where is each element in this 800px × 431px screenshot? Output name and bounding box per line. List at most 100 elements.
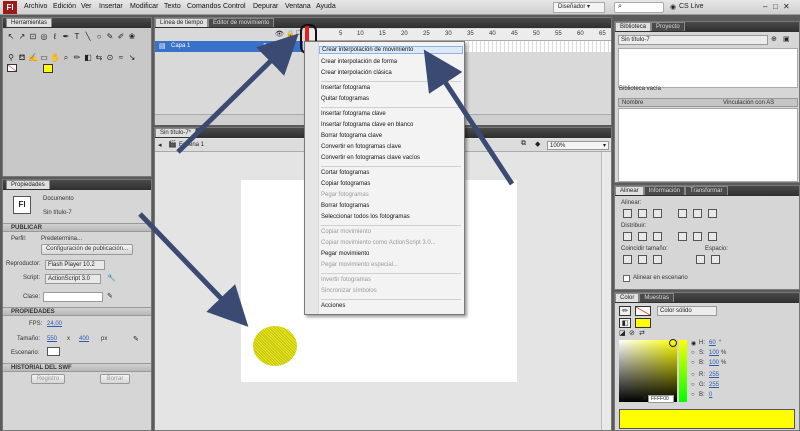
class-input[interactable] xyxy=(43,292,103,302)
paint-bucket-icon[interactable]: ⛾ xyxy=(17,53,27,63)
s-radio[interactable]: ○ xyxy=(691,350,695,356)
yellow-circle-shape[interactable] xyxy=(253,326,297,366)
match-width-icon[interactable] xyxy=(623,255,632,264)
match-both-icon[interactable] xyxy=(653,255,662,264)
menu-modificar[interactable]: Modificar xyxy=(130,3,158,10)
workspace-switcher[interactable]: Diseñador ▾ xyxy=(553,2,605,13)
align-top-icon[interactable] xyxy=(678,209,687,218)
tab-timeline[interactable]: Línea de tiempo xyxy=(155,18,209,27)
match-height-icon[interactable] xyxy=(638,255,647,264)
new-library-icon[interactable]: ▣ xyxy=(783,35,790,43)
distribute-vcenter-icon[interactable] xyxy=(638,232,647,241)
line-tool-icon[interactable]: ╲ xyxy=(83,32,93,42)
menu-item-synchronize-symbols[interactable]: Sincronizar símbolos xyxy=(321,288,377,294)
zoom-tool-icon[interactable]: ⌕ xyxy=(61,53,71,63)
distribute-right-icon[interactable] xyxy=(708,232,717,241)
oval-tool-icon[interactable]: ○ xyxy=(94,32,104,42)
edit-scene-icon[interactable]: ⧉ xyxy=(521,140,526,148)
menu-item-paste-frames[interactable]: Pegar fotogramas xyxy=(321,192,369,198)
menu-item-convert-to-keyframes[interactable]: Convertir en fotogramas clave xyxy=(321,144,401,150)
clear-button[interactable]: Borrar xyxy=(100,374,130,384)
maximize-icon[interactable]: □ xyxy=(773,2,778,11)
snap-icon[interactable]: ⊙ xyxy=(105,53,115,63)
tab-herramientas[interactable]: Herramientas xyxy=(6,18,53,27)
menu-item-create-motion-tween[interactable]: Crear interpolación de movimiento xyxy=(319,46,463,54)
tab-color[interactable]: Color xyxy=(615,293,640,302)
fill-color-icon[interactable]: ◧ xyxy=(83,53,93,63)
lock-icon[interactable]: 🔒 xyxy=(286,30,295,38)
swap-colors-icon[interactable]: ⇆ xyxy=(94,53,104,63)
swap-colors-icon[interactable]: ⇄ xyxy=(639,329,645,337)
library-document-select[interactable]: Sin título-7 xyxy=(618,35,768,45)
menu-item-convert-to-blank-keyframes[interactable]: Convertir en fotogramas clave vacíos xyxy=(321,155,420,161)
tab-library[interactable]: Biblioteca xyxy=(615,22,652,31)
menu-item-copy-frames[interactable]: Copiar fotogramas xyxy=(321,181,370,187)
space-vertical-icon[interactable] xyxy=(696,255,705,264)
script-select[interactable]: ActionScript 3.0 xyxy=(45,274,101,284)
tab-swatches[interactable]: Muestras xyxy=(639,293,675,302)
back-arrow-icon[interactable]: ◂ xyxy=(158,141,162,149)
distribute-bottom-icon[interactable] xyxy=(653,232,662,241)
color-slider[interactable] xyxy=(679,340,687,402)
section-propiedades[interactable]: PROPIEDADES xyxy=(3,307,151,316)
hand-tool-icon[interactable]: ✋ xyxy=(50,53,60,63)
b-value[interactable]: 100 xyxy=(709,360,719,366)
wrench-icon[interactable]: 🔧 xyxy=(107,274,116,282)
stroke-color-button-icon[interactable]: ✏ xyxy=(619,306,631,316)
default-colors-icon[interactable]: ◪ xyxy=(619,329,626,337)
log-button[interactable]: Registro xyxy=(31,374,65,384)
menu-item-insert-blank-keyframe[interactable]: Insertar fotograma clave en blanco xyxy=(321,122,413,128)
color-picker-field[interactable] xyxy=(619,340,677,402)
edit-symbols-icon[interactable]: ◆ xyxy=(535,140,540,148)
tab-document[interactable]: Sin título-7* xyxy=(155,128,197,137)
height-value[interactable]: 400 xyxy=(79,336,89,342)
r-value[interactable]: 255 xyxy=(709,372,719,378)
menu-item-clear-keyframe[interactable]: Borrar fotograma clave xyxy=(321,133,382,139)
menu-item-select-all-frames[interactable]: Seleccionar todos los fotogramas xyxy=(321,214,410,220)
no-color-icon[interactable]: ⊘ xyxy=(629,329,635,337)
layer-row[interactable]: ▤ Capa 1 ✎ • • xyxy=(155,41,303,52)
fps-value[interactable]: 24,00 xyxy=(47,321,62,327)
pin-icon[interactable]: ⊕ xyxy=(771,35,777,43)
subselection-tool-icon[interactable]: ↗ xyxy=(17,32,27,42)
smooth-icon[interactable]: ≈ xyxy=(116,53,126,63)
menu-ventana[interactable]: Ventana xyxy=(285,3,311,10)
lasso-tool-icon[interactable]: ℓ xyxy=(50,32,60,42)
tab-motion-editor[interactable]: Editor de movimiento xyxy=(208,18,275,27)
publish-settings-button[interactable]: Configuración de publicación... xyxy=(41,244,133,255)
menu-item-paste-motion-special[interactable]: Pegar movimiento especial... xyxy=(321,262,398,268)
stage-color-swatch[interactable] xyxy=(47,347,60,356)
width-value[interactable]: 550 xyxy=(47,336,57,342)
menu-control[interactable]: Control xyxy=(223,3,246,10)
deco-tool-icon[interactable]: ❀ xyxy=(127,32,137,42)
brush-tool-icon[interactable]: ✐ xyxy=(116,32,126,42)
menu-item-cut-frames[interactable]: Cortar fotogramas xyxy=(321,170,369,176)
menu-ver[interactable]: Ver xyxy=(81,3,92,10)
help-search-input[interactable]: ⌕ xyxy=(614,2,664,13)
library-list[interactable] xyxy=(618,108,798,182)
menu-item-reverse-frames[interactable]: Invertir fotogramas xyxy=(321,277,371,283)
menu-item-create-shape-tween[interactable]: Crear interpolación de forma xyxy=(321,59,397,65)
menu-insertar[interactable]: Insertar xyxy=(99,3,123,10)
menu-item-remove-frames[interactable]: Quitar fotogramas xyxy=(321,96,369,102)
layer-visible-dot[interactable]: • xyxy=(277,42,279,48)
column-linkage[interactable]: Vinculación con AS xyxy=(723,100,774,106)
tab-transform[interactable]: Transformar xyxy=(685,186,728,195)
g-value[interactable]: 255 xyxy=(709,382,719,388)
menu-ayuda[interactable]: Ayuda xyxy=(316,3,336,10)
zoom-select[interactable]: 100% ▾ xyxy=(547,141,609,150)
align-to-stage-checkbox[interactable] xyxy=(623,275,630,282)
fill-swatch-icon[interactable] xyxy=(43,64,53,73)
minimize-icon[interactable]: – xyxy=(763,2,767,11)
distribute-top-icon[interactable] xyxy=(623,232,632,241)
blue-value[interactable]: 0 xyxy=(709,392,712,398)
straighten-icon[interactable]: ↘ xyxy=(127,53,137,63)
scene-name[interactable]: Escena 1 xyxy=(179,142,204,148)
tab-align[interactable]: Alinear xyxy=(615,186,644,195)
eye-icon[interactable]: 👁 xyxy=(275,30,284,38)
distribute-left-icon[interactable] xyxy=(678,232,687,241)
player-select[interactable]: Flash Player 10.2 xyxy=(45,260,105,270)
menu-item-create-classic-tween[interactable]: Crear interpolación clásica xyxy=(321,70,392,76)
hex-input[interactable]: FFFF00 xyxy=(648,395,674,403)
color-picker-cursor[interactable] xyxy=(669,339,677,347)
